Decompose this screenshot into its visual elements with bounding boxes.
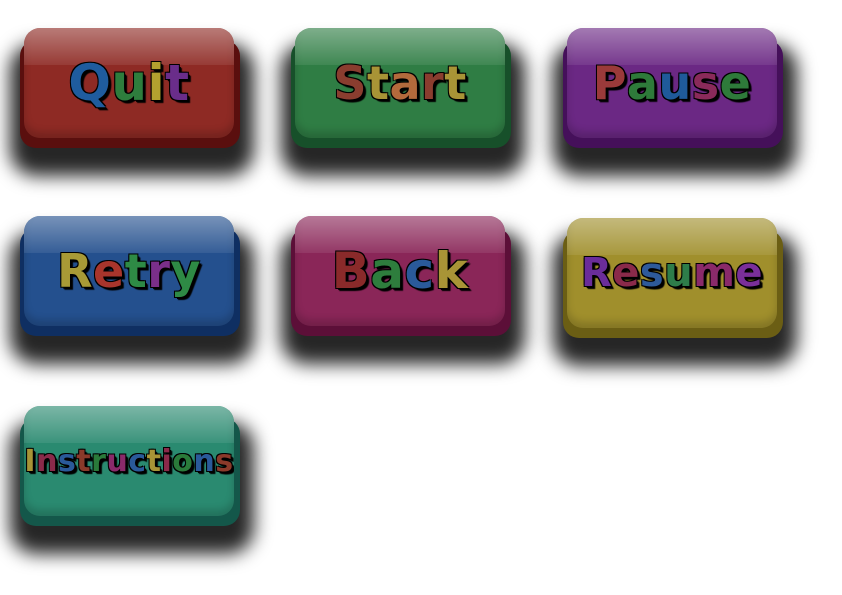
label-letter: e (719, 56, 752, 110)
label-letter: r (91, 443, 107, 479)
pause-button[interactable]: Pause (567, 28, 777, 138)
pause-button-label: Pause (593, 56, 752, 110)
label-letter: S (333, 56, 367, 110)
label-letter: i (161, 443, 173, 479)
label-letter: e (93, 244, 125, 298)
quit-button-label: Quit (68, 54, 189, 112)
start-button-label: Start (333, 56, 466, 110)
label-letter: a (370, 242, 405, 300)
label-letter: n (36, 443, 58, 479)
resume-button-label: Resume (581, 250, 763, 296)
label-letter: u (658, 56, 692, 110)
label-letter: s (691, 56, 720, 110)
label-letter: t (124, 244, 148, 298)
back-button-slot: Back (281, 216, 525, 364)
label-letter: r (421, 56, 445, 110)
label-letter: R (57, 244, 94, 298)
label-letter: a (389, 56, 421, 110)
label-letter: o (172, 443, 194, 479)
label-letter: I (24, 443, 37, 479)
label-letter: i (147, 54, 166, 112)
start-button-slot: Start (281, 28, 525, 176)
label-letter: y (170, 244, 201, 298)
label-letter: k (434, 242, 469, 300)
label-letter: a (626, 56, 659, 110)
label-letter: s (215, 443, 234, 479)
label-letter: B (331, 242, 371, 300)
start-button[interactable]: Start (295, 28, 505, 138)
label-letter: t (146, 443, 162, 479)
label-letter: u (106, 443, 129, 479)
quit-button[interactable]: Quit (24, 28, 234, 138)
retry-button-label: Retry (57, 244, 201, 298)
label-letter: c (128, 443, 147, 479)
label-letter: t (76, 443, 92, 479)
retry-button-slot: Retry (10, 216, 254, 364)
instructions-button[interactable]: Instructions (24, 406, 234, 516)
resume-button[interactable]: Resume (567, 218, 777, 328)
label-letter: t (366, 56, 390, 110)
label-letter: r (147, 244, 171, 298)
label-letter: u (664, 250, 694, 296)
label-letter: R (580, 250, 613, 296)
label-letter: n (193, 443, 216, 479)
label-letter: c (404, 242, 435, 300)
pause-button-slot: Pause (553, 28, 797, 176)
label-letter: u (111, 54, 148, 112)
label-letter: Q (68, 54, 112, 112)
back-button-label: Back (332, 242, 469, 300)
resume-button-slot: Resume (553, 218, 797, 366)
instructions-button-slot: Instructions (10, 406, 254, 554)
label-letter: t (444, 56, 467, 110)
quit-button-slot: Quit (10, 28, 254, 176)
instructions-button-label: Instructions (24, 444, 233, 479)
retry-button[interactable]: Retry (24, 216, 234, 326)
label-letter: s (57, 443, 77, 479)
label-letter: e (735, 250, 764, 296)
label-letter: s (639, 250, 665, 296)
label-letter: P (592, 56, 627, 110)
label-letter: t (165, 54, 190, 112)
label-letter: e (612, 250, 640, 296)
label-letter: m (693, 250, 736, 296)
back-button[interactable]: Back (295, 216, 505, 326)
